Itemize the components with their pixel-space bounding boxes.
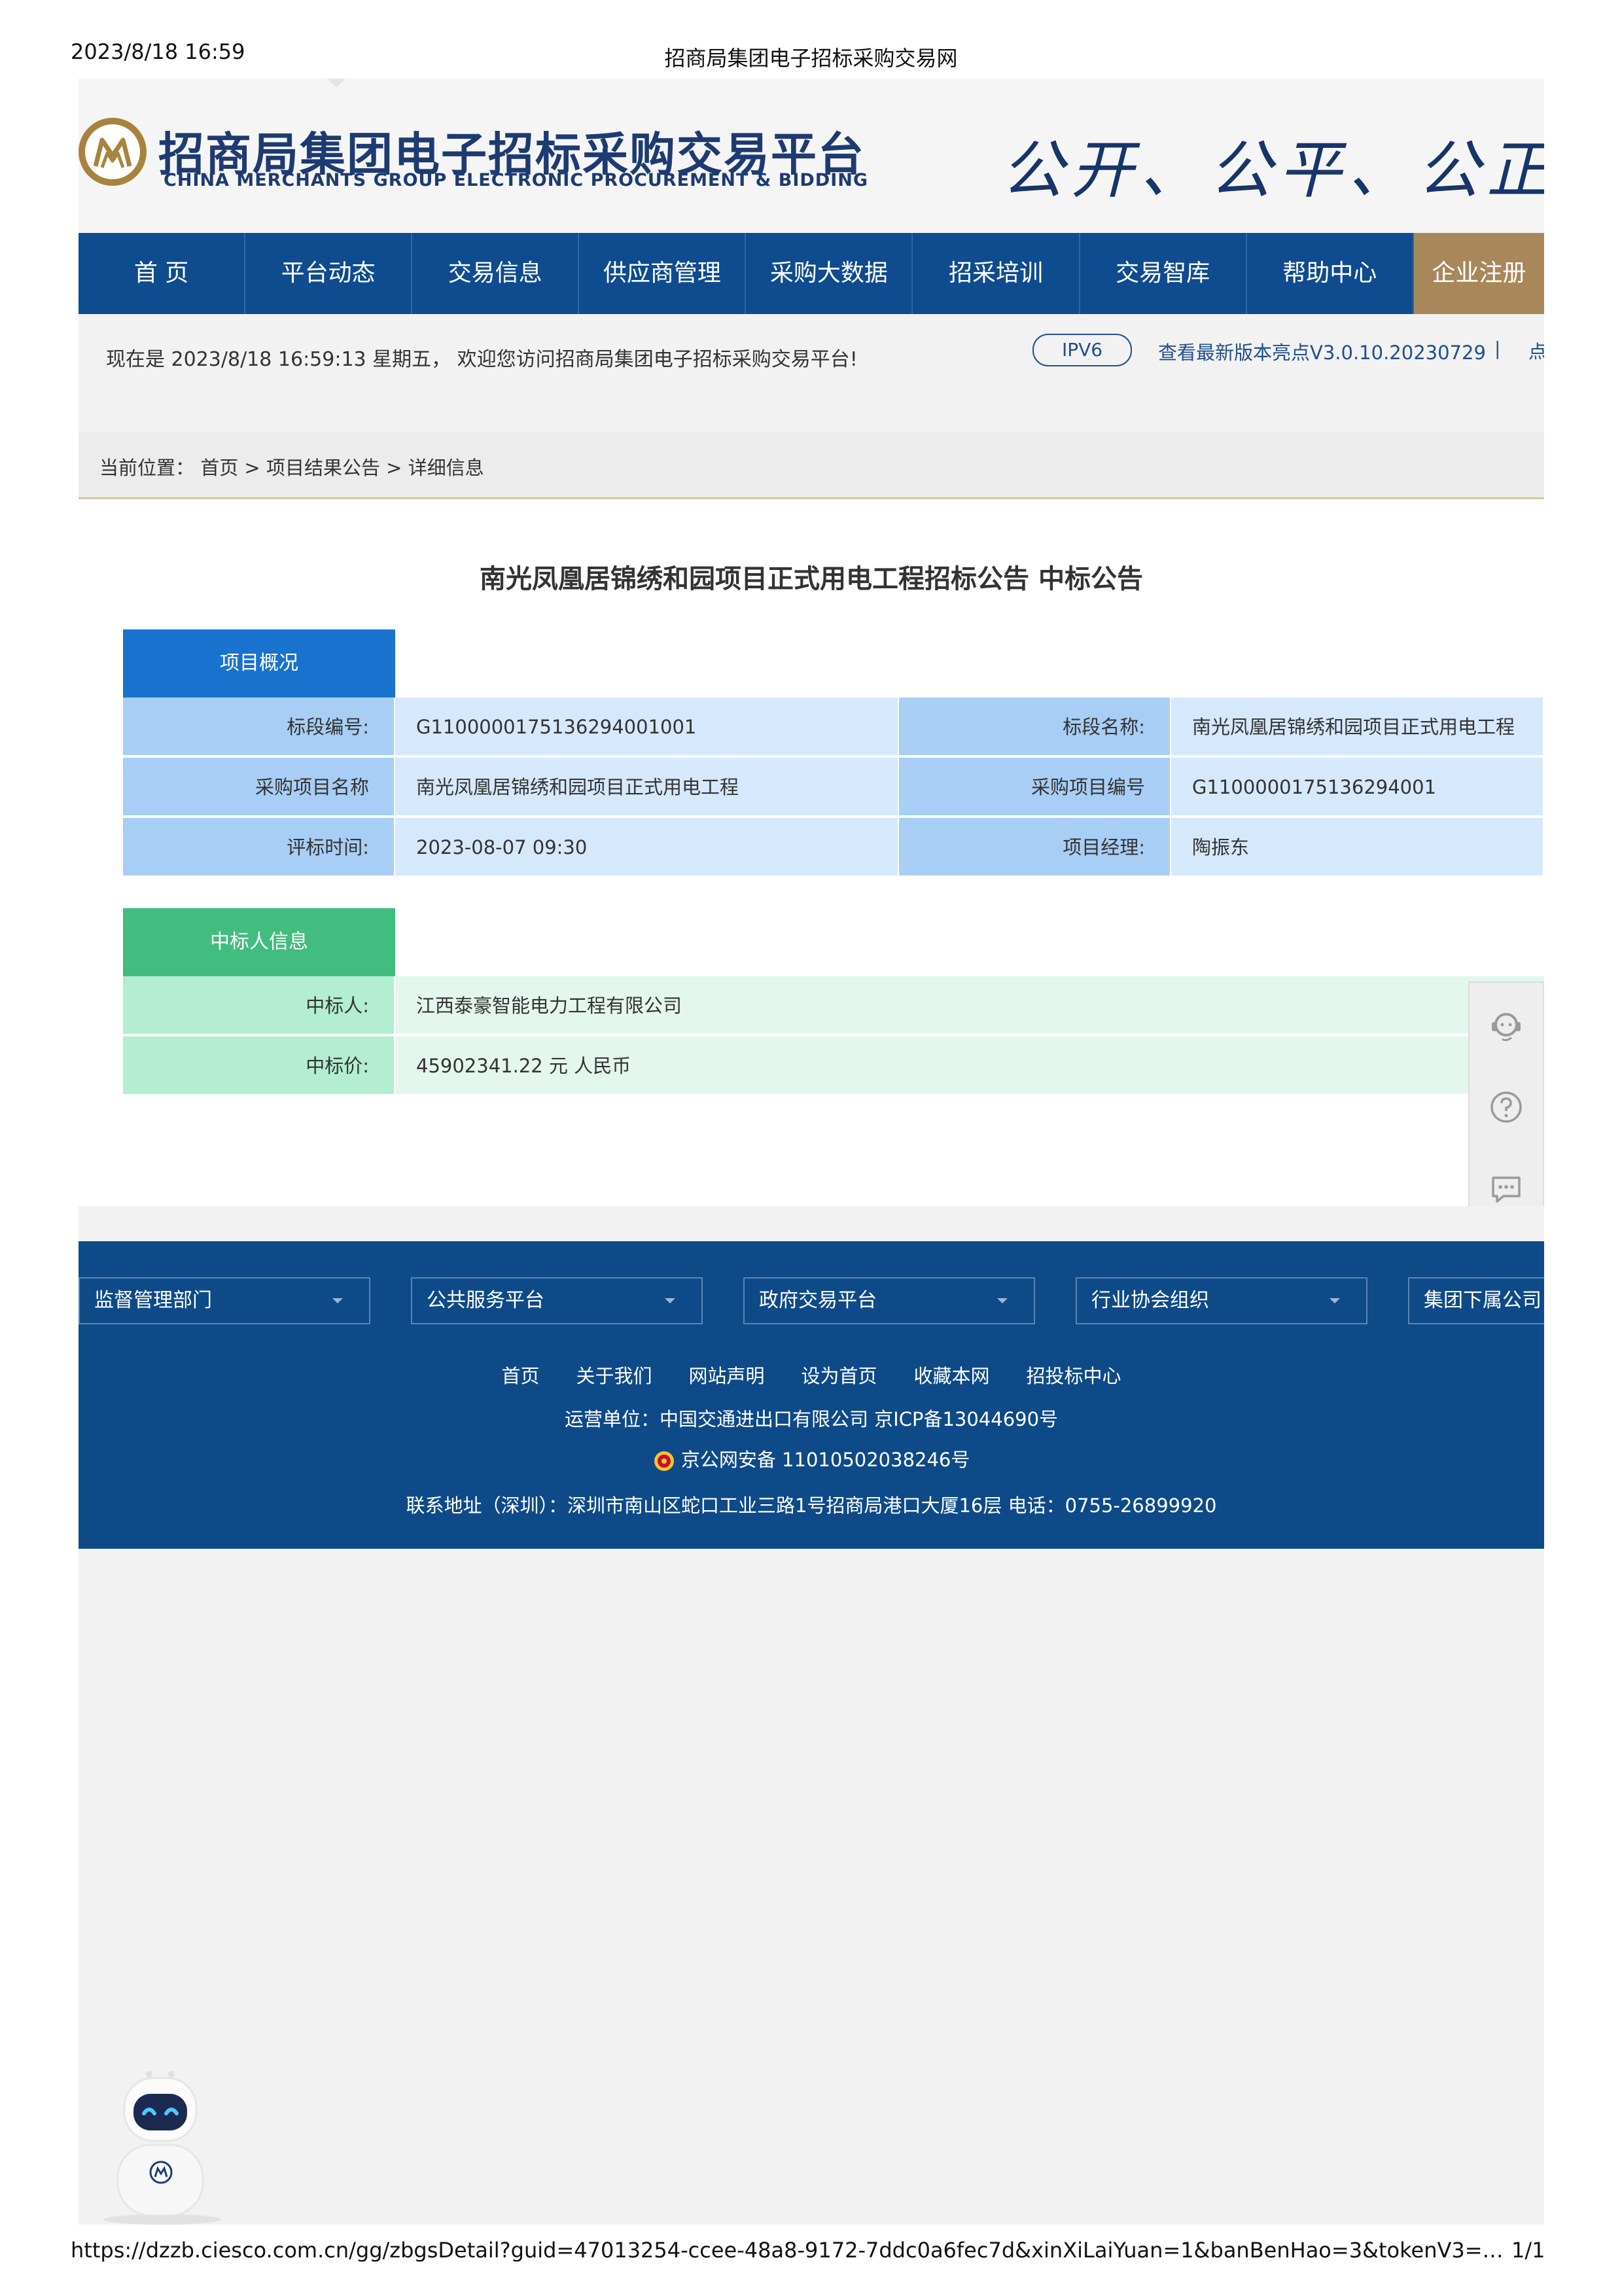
footer-dropdown-industry-association[interactable]: 行业协会组织 <box>1076 1277 1367 1324</box>
table-row: 中标人: 江西泰豪智能电力工程有限公司 <box>123 976 1544 1035</box>
table-row: 采购项目名称 南光凤凰居锦绣和园项目正式用电工程 采购项目编号 G1100000… <box>123 758 1544 817</box>
footer-dropdown-subsidiaries[interactable]: 集团下属公司 <box>1408 1277 1544 1324</box>
nav-think-tank[interactable]: 交易智库 <box>1080 233 1247 314</box>
field-label: 评标时间: <box>123 818 395 877</box>
main-nav: 首 页 平台动态 交易信息 供应商管理 采购大数据 招采培训 交易智库 帮助中心… <box>79 233 1544 314</box>
header-pointer <box>327 79 345 88</box>
nav-enterprise-register[interactable]: 企业注册 <box>1413 233 1544 314</box>
footer-dropdown-public-service[interactable]: 公共服务平台 <box>411 1277 703 1324</box>
nav-training[interactable]: 招采培训 <box>913 233 1080 314</box>
chevron-down-icon <box>665 1298 675 1303</box>
nav-help-center[interactable]: 帮助中心 <box>1247 233 1414 314</box>
ipv6-badge[interactable]: IPV6 <box>1032 334 1132 366</box>
nav-trade-info[interactable]: 交易信息 <box>412 233 580 314</box>
chevron-down-icon <box>1330 1298 1340 1303</box>
page-background <box>79 1549 1544 2225</box>
dropdown-label: 公共服务平台 <box>427 1289 544 1312</box>
field-label: 中标人: <box>123 976 395 1035</box>
field-value: 陶振东 <box>1171 818 1544 877</box>
welcome-text: 现在是 2023/8/18 16:59:13 星期五， 欢迎您访问招商局集团电子… <box>106 348 858 371</box>
table-row: 评标时间: 2023-08-07 09:30 项目经理: 陶振东 <box>123 818 1544 877</box>
field-label: 采购项目名称 <box>123 758 395 817</box>
print-document-title: 招商局集团电子招标采购交易网 <box>664 46 958 71</box>
logo-english: CHINA MERCHANTS GROUP ELECTRONIC PROCURE… <box>164 170 868 190</box>
nav-platform-news[interactable]: 平台动态 <box>245 233 413 314</box>
field-value: G1100000175136294001 <box>1171 758 1544 817</box>
website-frame: 招商局集团电子招标采购交易平台 CHINA MERCHANTS GROUP EL… <box>79 79 1544 2225</box>
footer-link-bookmark[interactable]: 收藏本网 <box>896 1361 1008 1388</box>
print-url: https://dzzb.ciesco.com.cn/gg/zbgsDetail… <box>71 2238 1510 2263</box>
police-badge-icon <box>654 1451 674 1471</box>
field-value: G1100000175136294001001 <box>395 698 899 756</box>
field-label: 中标价: <box>123 1036 395 1095</box>
field-value: 南光凤凰居锦绣和园项目正式用电工程 <box>1171 698 1544 756</box>
help-icon[interactable] <box>1470 1067 1543 1148</box>
dropdown-label: 政府交易平台 <box>759 1289 877 1312</box>
customer-service-icon[interactable] <box>1470 985 1543 1067</box>
table-row: 中标价: 45902341.22 元 人民币 <box>123 1036 1544 1095</box>
nav-home[interactable]: 首 页 <box>79 233 246 314</box>
field-label: 采购项目编号 <box>899 758 1171 817</box>
version-link[interactable]: 查看最新版本亮点V3.0.10.20230729 <box>1158 338 1486 365</box>
notice-title: 南光凤凰居锦绣和园项目正式用电工程招标公告 中标公告 <box>480 564 1143 594</box>
dropdown-label: 监督管理部门 <box>94 1289 212 1312</box>
field-label: 项目经理: <box>899 818 1171 877</box>
footer-operator: 运营单位：中国交通进出口有限公司 京ICP备13044690号 <box>564 1408 1059 1430</box>
footer-link-set-homepage[interactable]: 设为首页 <box>783 1361 896 1388</box>
footer-address: 联系地址（深圳）：深圳市南山区蛇口工业三路1号招商局港口大厦16层 电话：075… <box>406 1494 1217 1517</box>
dropdown-label: 行业协会组织 <box>1091 1289 1209 1312</box>
nav-procurement-big-data[interactable]: 采购大数据 <box>746 233 913 314</box>
police-record-text[interactable]: 京公网安备 11010502038246号 <box>681 1449 970 1471</box>
chevron-down-icon <box>332 1298 343 1303</box>
chevron-down-icon <box>997 1298 1008 1303</box>
footer-gap <box>79 1206 1544 1241</box>
truncated-link[interactable]: 点 <box>1528 338 1544 364</box>
footer-link-bidding-center[interactable]: 招投标中心 <box>1008 1361 1140 1388</box>
field-label: 标段名称: <box>899 698 1171 756</box>
footer-link-home[interactable]: 首页 <box>483 1361 557 1388</box>
tab-project-overview[interactable]: 项目概况 <box>123 629 395 698</box>
field-value: 45902341.22 元 人民币 <box>395 1036 1544 1095</box>
header-slogan: 公开、公平、公正、诚 <box>1001 133 1544 207</box>
nav-supplier-management[interactable]: 供应商管理 <box>579 233 747 314</box>
print-page-number: 1/1 <box>1511 2238 1545 2263</box>
china-merchants-logo-icon[interactable] <box>79 118 147 186</box>
welcome-separator: | <box>1494 338 1501 359</box>
footer-links: 首页 关于我们 网站声明 设为首页 收藏本网 招投标中心 <box>79 1361 1544 1388</box>
field-value: 江西泰豪智能电力工程有限公司 <box>395 976 1544 1035</box>
field-label: 标段编号: <box>123 698 395 756</box>
footer-link-about[interactable]: 关于我们 <box>557 1361 670 1388</box>
footer-link-statement[interactable]: 网站声明 <box>670 1361 783 1388</box>
dropdown-label: 集团下属公司 <box>1424 1289 1542 1312</box>
footer-dropdown-supervision[interactable]: 监督管理部门 <box>79 1277 370 1324</box>
assistant-robot-icon[interactable] <box>79 2068 249 2225</box>
field-value: 南光凤凰居锦绣和园项目正式用电工程 <box>395 758 899 817</box>
table-row: 标段编号: G1100000175136294001001 标段名称: 南光凤凰… <box>123 698 1544 756</box>
field-value: 2023-08-07 09:30 <box>395 818 899 877</box>
footer-police-record: 京公网安备 11010502038246号 <box>79 1445 1544 1472</box>
breadcrumb[interactable]: 当前位置： 首页 > 项目结果公告 > 详细信息 <box>99 453 484 480</box>
tab-winner-info[interactable]: 中标人信息 <box>123 908 395 976</box>
footer-dropdown-government-trade[interactable]: 政府交易平台 <box>743 1277 1035 1324</box>
